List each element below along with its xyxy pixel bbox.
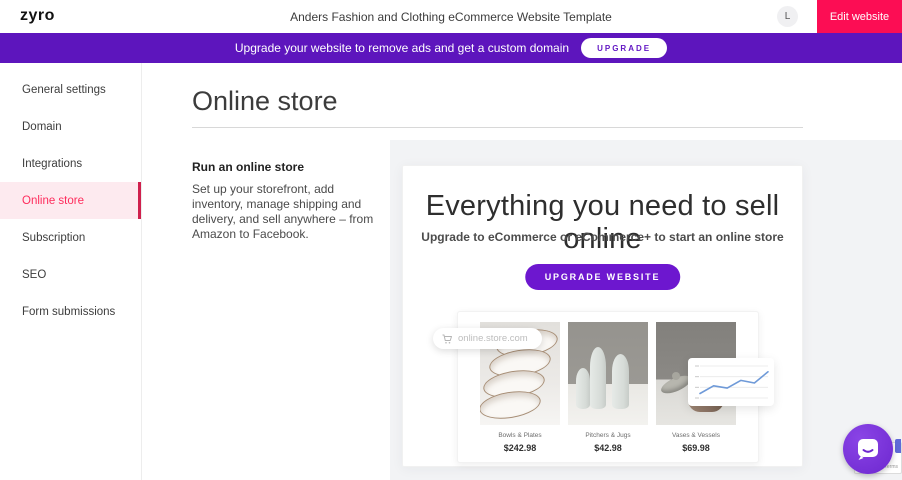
promo-subheading: Upgrade to eCommerce or eCommerce+ to st…	[403, 230, 802, 244]
promo-heading: Everything you need to sell online	[403, 190, 802, 256]
sidebar-item-general-settings[interactable]: General settings	[0, 71, 141, 108]
sales-line-chart	[688, 358, 774, 406]
product-card: Pitchers & Jugs $42.98	[568, 322, 648, 462]
chat-smile-icon	[855, 436, 881, 462]
product-price: $69.98	[656, 443, 736, 453]
sidebar-item-domain[interactable]: Domain	[0, 108, 141, 145]
section-text: Set up your storefront, add inventory, m…	[192, 182, 377, 242]
site-template-title: Anders Fashion and Clothing eCommerce We…	[0, 10, 902, 24]
edit-website-button[interactable]: Edit website	[817, 0, 902, 33]
sidebar-item-integrations[interactable]: Integrations	[0, 145, 141, 182]
sales-chart-card	[688, 358, 774, 406]
sidebar-item-form-submissions[interactable]: Form submissions	[0, 293, 141, 330]
app-header: zyro Anders Fashion and Clothing eCommer…	[0, 0, 902, 33]
upgrade-banner-button[interactable]: UPGRADE	[581, 38, 667, 58]
cart-icon	[441, 333, 453, 345]
sidebar-item-seo[interactable]: SEO	[0, 256, 141, 293]
online-store-description: Run an online store Set up your storefro…	[192, 160, 377, 242]
upgrade-banner-text: Upgrade your website to remove ads and g…	[235, 41, 569, 55]
product-price: $242.98	[480, 443, 560, 453]
product-name: Pitchers & Jugs	[568, 432, 648, 439]
ecommerce-promo-card: Everything you need to sell online Upgra…	[402, 165, 803, 467]
settings-sidebar: General settings Domain Integrations Onl…	[0, 63, 142, 480]
user-avatar[interactable]: L	[777, 6, 798, 27]
chat-widget-button[interactable]	[843, 424, 893, 474]
product-image-pitchers	[568, 322, 648, 425]
sidebar-item-subscription[interactable]: Subscription	[0, 219, 141, 256]
main-content: Online store Run an online store Set up …	[142, 63, 902, 480]
upgrade-banner: Upgrade your website to remove ads and g…	[0, 33, 902, 63]
product-name: Vases & Vessels	[656, 432, 736, 439]
store-url-text: online.store.com	[458, 333, 528, 344]
upgrade-website-button[interactable]: UPGRADE WEBSITE	[525, 264, 681, 290]
store-url-pill: online.store.com	[433, 328, 542, 349]
product-price: $42.98	[568, 443, 648, 453]
sidebar-item-online-store[interactable]: Online store	[0, 182, 141, 219]
product-name: Bowls & Plates	[480, 432, 560, 439]
section-heading: Run an online store	[192, 160, 377, 174]
page-title: Online store	[192, 86, 338, 117]
title-divider	[192, 127, 803, 128]
recaptcha-icon	[895, 439, 901, 453]
